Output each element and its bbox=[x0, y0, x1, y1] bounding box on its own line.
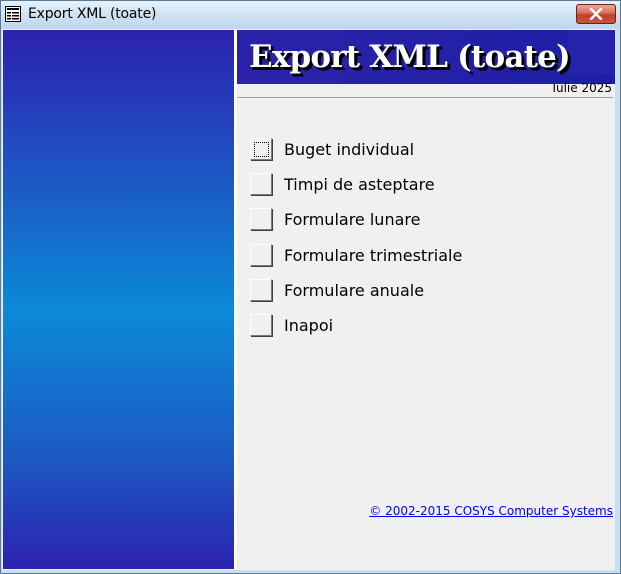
menu-command-button[interactable] bbox=[250, 173, 272, 195]
period-date: Iulie 2025 bbox=[552, 81, 612, 95]
menu-command-button[interactable] bbox=[250, 279, 272, 301]
close-button[interactable] bbox=[576, 4, 616, 24]
menu-item[interactable]: Formulare trimestriale bbox=[250, 244, 590, 267]
menu-command-button[interactable] bbox=[250, 244, 272, 266]
app-window: Export XML (toate) Export XML (toate) Iu… bbox=[0, 0, 621, 574]
form-icon[interactable] bbox=[5, 6, 21, 22]
menu-item-label[interactable]: Buget individual bbox=[284, 140, 414, 159]
menu-command-button[interactable] bbox=[250, 208, 272, 230]
menu-item-label[interactable]: Timpi de asteptare bbox=[284, 175, 435, 194]
menu-item[interactable]: Inapoi bbox=[250, 314, 590, 337]
menu-item[interactable]: Formulare lunare bbox=[250, 208, 590, 231]
menu-item[interactable]: Timpi de asteptare bbox=[250, 173, 590, 196]
title-bar[interactable]: Export XML (toate) bbox=[1, 1, 620, 29]
close-icon bbox=[589, 8, 603, 20]
menu-command-button[interactable] bbox=[250, 314, 272, 336]
form-title: Export XML (toate) bbox=[249, 39, 571, 75]
header-inset bbox=[567, 30, 615, 74]
header-separator bbox=[237, 97, 613, 98]
menu-item[interactable]: Formulare anuale bbox=[250, 279, 590, 302]
window-title: Export XML (toate) bbox=[28, 6, 157, 22]
side-divider bbox=[234, 29, 237, 570]
menu-item[interactable]: Buget individual bbox=[250, 138, 590, 161]
menu-command-button[interactable] bbox=[250, 138, 272, 160]
side-gradient-panel bbox=[3, 30, 234, 569]
menu-item-label[interactable]: Formulare anuale bbox=[284, 281, 424, 300]
menu-item-label[interactable]: Inapoi bbox=[284, 316, 333, 335]
copyright-link[interactable]: © 2002-2015 COSYS Computer Systems bbox=[369, 504, 613, 518]
menu-item-label[interactable]: Formulare trimestriale bbox=[284, 246, 462, 265]
menu-item-label[interactable]: Formulare lunare bbox=[284, 210, 420, 229]
